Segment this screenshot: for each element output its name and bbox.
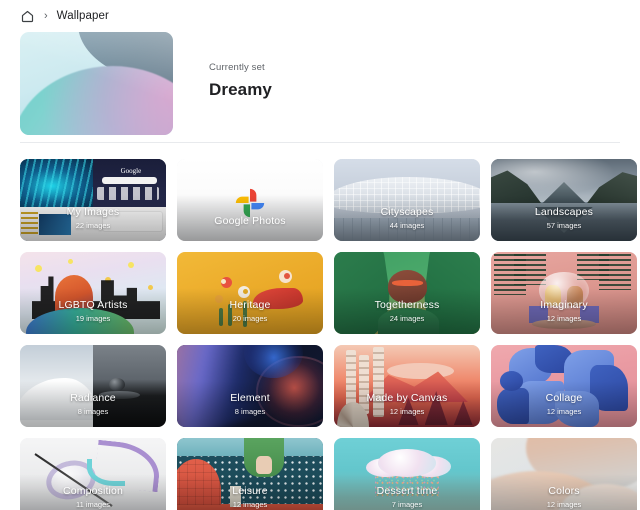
collection-caption: Google Photos	[177, 215, 323, 230]
breadcrumb-current: Wallpaper	[56, 10, 109, 22]
collection-count: 12 images	[232, 500, 268, 509]
current-wallpaper-meta: Currently set Dreamy	[173, 32, 272, 100]
collection-caption: Composition 11 images	[20, 485, 166, 509]
collection-title: Dessert time	[376, 485, 438, 497]
collection-title: My Images	[66, 206, 120, 218]
collection-caption: Collage 12 images	[491, 392, 637, 416]
collection-count: 44 images	[389, 221, 425, 230]
collection-title: Element	[230, 392, 270, 404]
collection-card-colors[interactable]: Colors 12 images	[491, 438, 637, 510]
collection-caption: Imaginary 12 images	[491, 299, 637, 323]
collection-caption: Radiance 8 images	[20, 392, 166, 416]
currently-set-label: Currently set	[209, 62, 265, 73]
collection-count: 20 images	[232, 314, 268, 323]
collection-count: 12 images	[546, 407, 582, 416]
collection-count: 24 images	[389, 314, 425, 323]
collection-count: 11 images	[75, 500, 111, 509]
collection-title: Google Photos	[214, 215, 286, 227]
collection-title: Radiance	[70, 392, 116, 404]
collection-title: Imaginary	[540, 299, 588, 311]
collection-caption: Colors 12 images	[491, 485, 637, 509]
collection-count: 12 images	[389, 407, 425, 416]
collection-title: Collage	[545, 392, 583, 404]
collection-title: Colors	[548, 485, 580, 497]
collection-caption: Made by Canvas 12 images	[334, 392, 480, 416]
collection-title: Cityscapes	[380, 206, 434, 218]
collection-card-collage[interactable]: Collage 12 images	[491, 345, 637, 427]
collection-title: Leisure	[232, 485, 268, 497]
collection-count: 12 images	[546, 500, 582, 509]
breadcrumb-separator: ›	[44, 9, 48, 22]
home-icon[interactable]	[20, 9, 35, 24]
collection-title: Heritage	[229, 299, 271, 311]
collection-count: 22 images	[75, 221, 111, 230]
collection-caption: Cityscapes 44 images	[334, 206, 480, 230]
collection-card-leisure[interactable]: Leisure 12 images	[177, 438, 323, 510]
collection-card-heritage[interactable]: Heritage 20 images	[177, 252, 323, 334]
collection-card-element[interactable]: Element 8 images	[177, 345, 323, 427]
collection-caption: Dessert time 7 images	[334, 485, 480, 509]
collection-card-lgbtq-artists[interactable]: LGBTQ Artists 19 images	[20, 252, 166, 334]
current-wallpaper-name: Dreamy	[209, 80, 272, 99]
collection-card-cityscapes[interactable]: Cityscapes 44 images	[334, 159, 480, 241]
collection-title: Made by Canvas	[366, 392, 448, 404]
collection-count: 8 images	[234, 407, 266, 416]
collection-card-imaginary[interactable]: Imaginary 12 images	[491, 252, 637, 334]
collection-caption: LGBTQ Artists 19 images	[20, 299, 166, 323]
collection-title: Togetherness	[374, 299, 440, 311]
collection-caption: Landscapes 57 images	[491, 206, 637, 230]
collection-title: LGBTQ Artists	[58, 299, 128, 311]
collection-count: 12 images	[546, 314, 582, 323]
collection-count: 19 images	[75, 314, 111, 323]
collection-card-landscapes[interactable]: Landscapes 57 images	[491, 159, 637, 241]
collection-card-dessert-time[interactable]: Dessert time 7 images	[334, 438, 480, 510]
collection-caption: Togetherness 24 images	[334, 299, 480, 323]
collection-card-radiance[interactable]: Radiance 8 images	[20, 345, 166, 427]
collection-caption: My Images 22 images	[20, 206, 166, 230]
collection-title: Landscapes	[534, 206, 594, 218]
collection-caption: Element 8 images	[177, 392, 323, 416]
current-wallpaper-preview[interactable]	[20, 32, 173, 135]
collection-card-made-by-canvas[interactable]: Made by Canvas 12 images	[334, 345, 480, 427]
collection-card-my-images[interactable]: Google My Images 22 images	[20, 159, 166, 241]
current-wallpaper-section: Currently set Dreamy	[0, 26, 640, 136]
collection-count: 57 images	[546, 221, 582, 230]
wallpaper-collection-grid: Google My Images 22 images Google Photos	[0, 143, 640, 510]
collection-card-google-photos[interactable]: Google Photos	[177, 159, 323, 241]
collection-count: 7 images	[391, 500, 423, 509]
collection-count: 8 images	[77, 407, 109, 416]
collection-caption: Heritage 20 images	[177, 299, 323, 323]
collection-caption: Leisure 12 images	[177, 485, 323, 509]
collection-card-togetherness[interactable]: Togetherness 24 images	[334, 252, 480, 334]
collection-title: Composition	[62, 485, 123, 497]
collection-card-composition[interactable]: Composition 11 images	[20, 438, 166, 510]
breadcrumb: › Wallpaper	[0, 0, 640, 26]
preview-haze	[20, 32, 173, 135]
